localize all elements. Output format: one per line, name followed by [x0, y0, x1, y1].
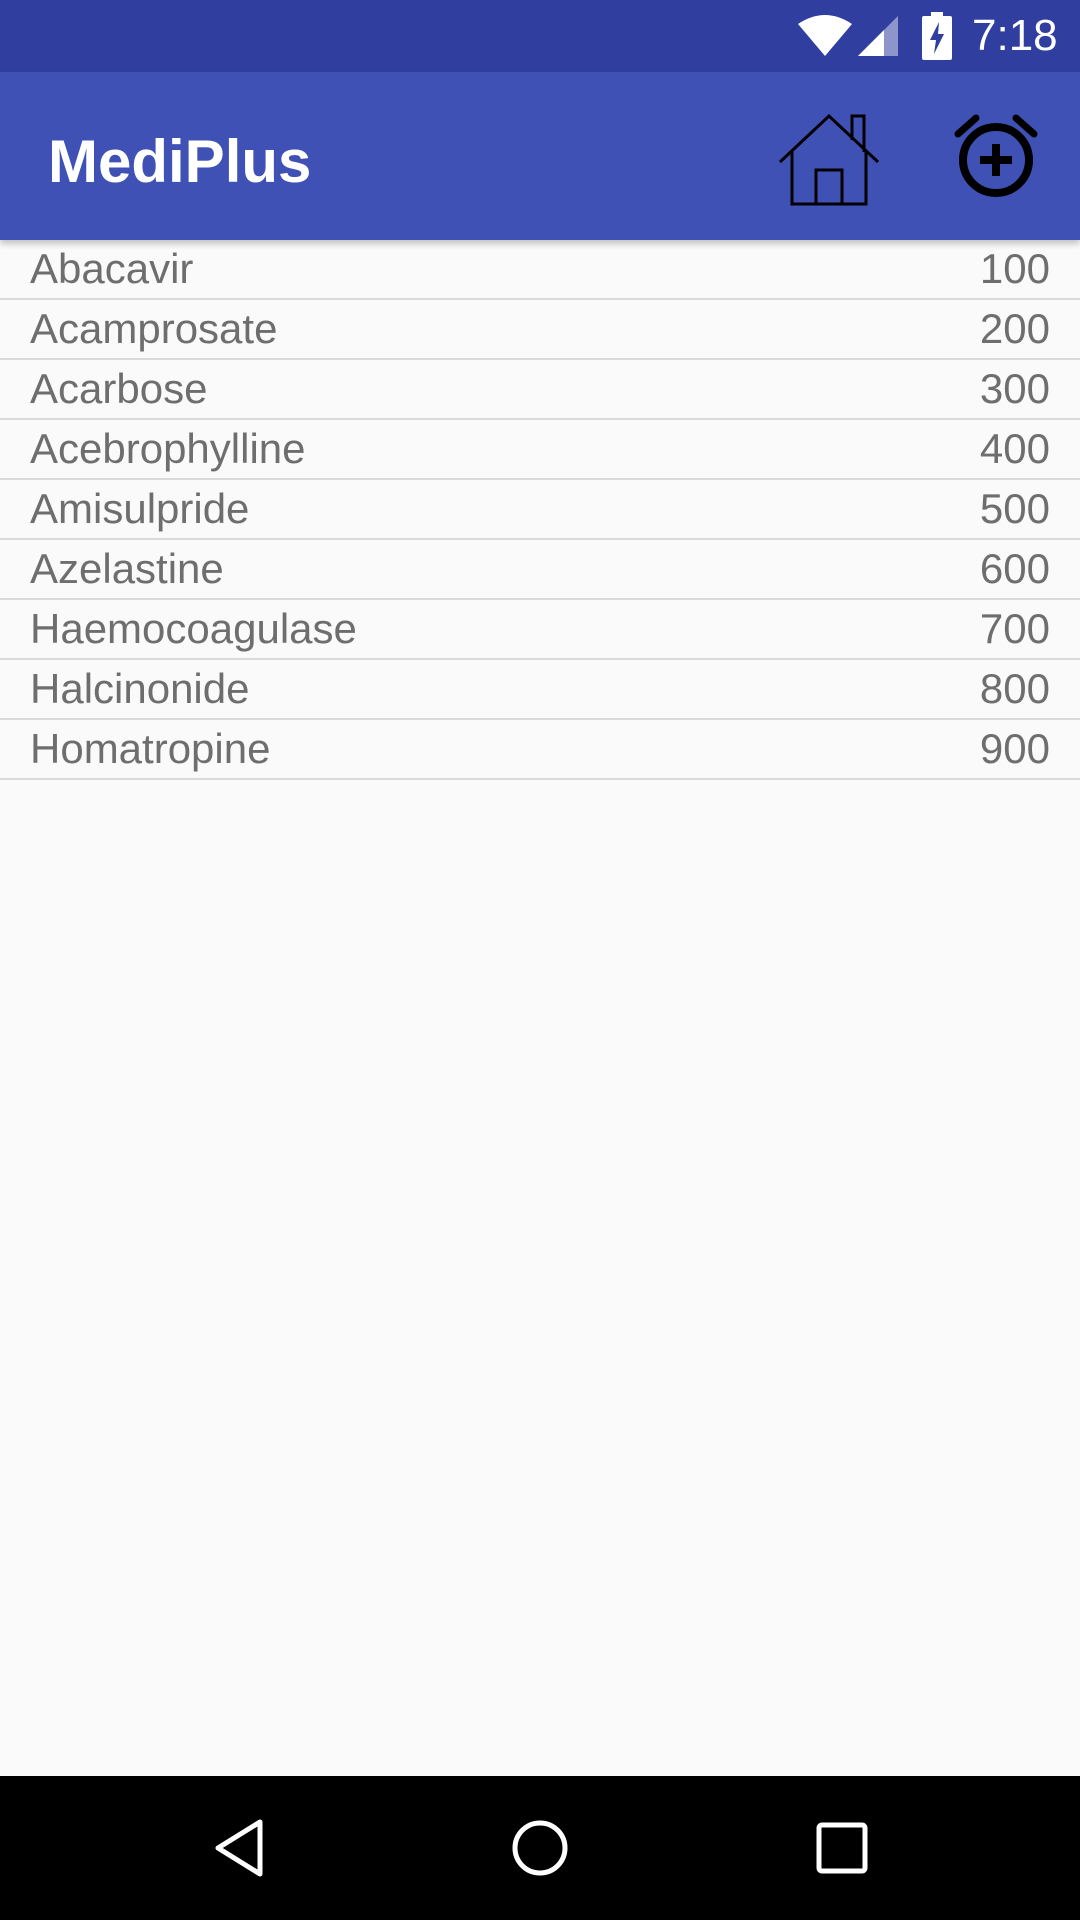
- medicine-name: Acamprosate: [30, 305, 278, 352]
- home-nav-button[interactable]: [508, 1816, 572, 1880]
- screen: 7:18 MediPlus Abacavir 100 Acamprosate 200 A…: [0, 0, 1080, 1920]
- home-circle-icon: [512, 1820, 568, 1876]
- medicine-value: 100: [979, 245, 1050, 292]
- list-item[interactable]: Acamprosate 200: [0, 300, 1080, 360]
- medicine-name: Homatropine: [30, 725, 271, 772]
- add-alarm-button[interactable]: [952, 112, 1040, 200]
- medicine-value: 400: [979, 425, 1050, 472]
- medicine-value: 900: [979, 725, 1050, 772]
- medicine-name: Amisulpride: [30, 485, 250, 532]
- list-item[interactable]: Abacavir 100: [0, 240, 1080, 300]
- cell-signal-icon: [858, 16, 898, 56]
- app-bar: MediPlus: [0, 72, 1080, 240]
- medicine-name: Haemocoagulase: [30, 605, 357, 652]
- home-icon: [778, 113, 880, 206]
- medicine-value: 800: [979, 665, 1050, 712]
- back-button[interactable]: [210, 1816, 274, 1880]
- medicine-value: 500: [979, 485, 1050, 532]
- list-item[interactable]: Halcinonide 800: [0, 660, 1080, 720]
- battery-charging-icon: [922, 12, 952, 60]
- list-item[interactable]: Haemocoagulase 700: [0, 600, 1080, 660]
- medicine-list: Abacavir 100 Acamprosate 200 Acarbose 300 Aceb…: [0, 240, 1080, 780]
- medicine-name: Azelastine: [30, 545, 224, 592]
- list-item[interactable]: Acarbose 300: [0, 360, 1080, 420]
- list-item[interactable]: Homatropine 900: [0, 720, 1080, 780]
- medicine-name: Acarbose: [30, 365, 208, 412]
- app-title: MediPlus: [48, 128, 312, 195]
- home-button[interactable]: [776, 112, 882, 212]
- medicine-name: Acebrophylline: [30, 425, 306, 472]
- list-item[interactable]: Amisulpride 500: [0, 480, 1080, 540]
- status-clock: 7:18: [972, 11, 1058, 60]
- recents-icon: [816, 1822, 868, 1874]
- medicine-value: 300: [979, 365, 1050, 412]
- alarm-add-icon: [954, 114, 1038, 197]
- medicine-value: 600: [979, 545, 1050, 592]
- navigation-bar: [0, 1776, 1080, 1920]
- wifi-icon: [798, 15, 852, 56]
- status-bar: 7:18: [0, 0, 1080, 72]
- medicine-value: 200: [979, 305, 1050, 352]
- back-icon: [215, 1819, 263, 1877]
- medicine-name: Abacavir: [30, 245, 194, 292]
- medicine-value: 700: [979, 605, 1050, 652]
- list-item[interactable]: Azelastine 600: [0, 540, 1080, 600]
- list-item[interactable]: Acebrophylline 400: [0, 420, 1080, 480]
- medicine-name: Halcinonide: [30, 665, 250, 712]
- recents-button[interactable]: [810, 1816, 874, 1880]
